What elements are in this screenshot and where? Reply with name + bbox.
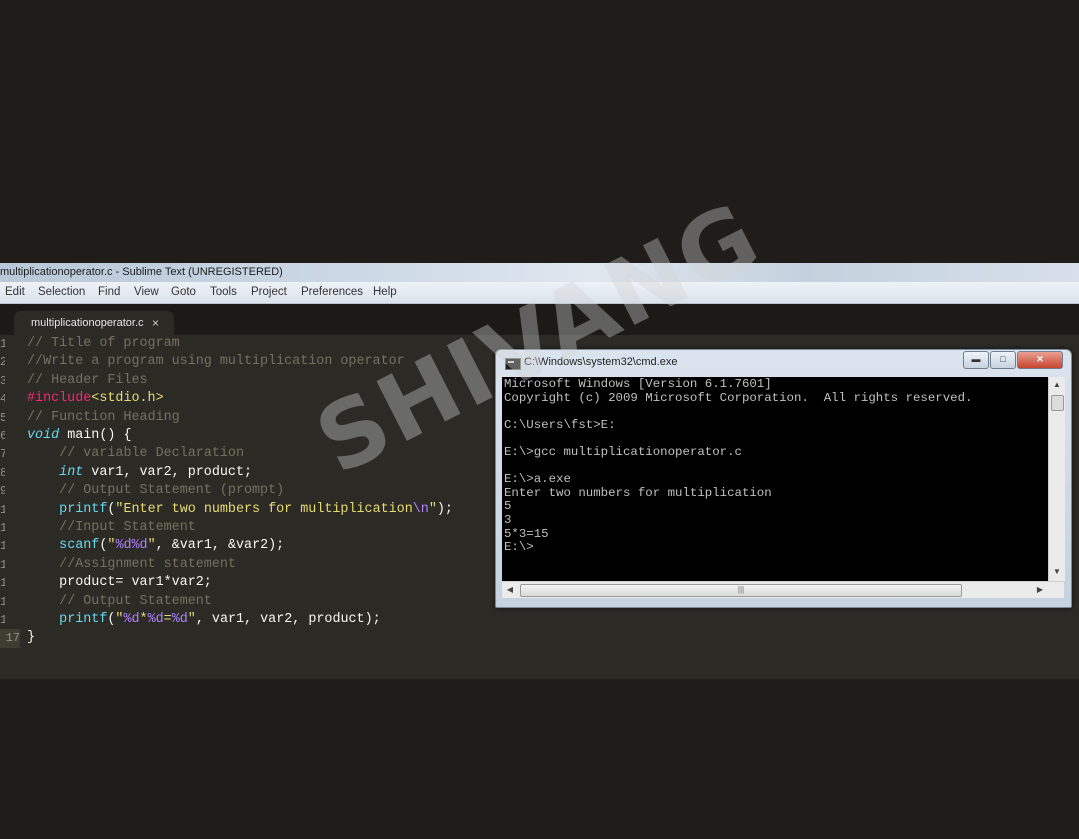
code-line: //Assignment statement — [59, 556, 236, 572]
cmd-title: C:\Windows\system32\cmd.exe — [524, 356, 678, 368]
line-number: 14 — [0, 576, 5, 591]
line-number: 7 — [0, 447, 5, 462]
line-number: 6 — [0, 429, 5, 443]
scroll-left-arrow-icon[interactable]: ◀ — [502, 582, 518, 598]
code-line: } — [27, 630, 36, 646]
horizontal-scrollbar[interactable]: ◀ ||| ▶ — [502, 581, 1064, 598]
line-number: 10 — [0, 502, 5, 517]
code-line: // Header Files — [27, 372, 148, 388]
console-icon — [505, 358, 521, 370]
line-number: 12 — [0, 539, 5, 554]
tab-multiplicationoperator[interactable]: multiplicationoperator.c × — [14, 311, 174, 335]
menu-tools[interactable]: Tools — [210, 282, 237, 303]
code-line: product= var1*var2; — [27, 575, 212, 591]
code-line: // Title of program — [27, 336, 180, 351]
line-number: 11 — [0, 521, 5, 535]
horizontal-scroll-thumb[interactable]: ||| — [520, 584, 962, 597]
scroll-up-arrow-icon[interactable]: ▲ — [1049, 380, 1065, 389]
console-line: Copyright (c) 2009 Microsoft Corporation… — [504, 390, 973, 405]
line-number: 2 — [0, 355, 5, 370]
console-line: E:\>gcc multiplicationoperator.c — [504, 445, 742, 459]
window-title: multiplicationoperator.c - Sublime Text … — [0, 266, 283, 278]
code-line: printf("Enter two numbers for multiplica… — [59, 501, 453, 517]
close-button[interactable]: ✕ — [1017, 351, 1063, 369]
menu-project[interactable]: Project — [251, 282, 287, 303]
maximize-button[interactable]: □ — [990, 351, 1016, 369]
console-line: E:\> — [504, 540, 534, 555]
scroll-right-arrow-icon[interactable]: ▶ — [1032, 582, 1048, 598]
menu-goto[interactable]: Goto — [171, 282, 196, 303]
code-line: int var1, var2, product; — [59, 464, 253, 480]
console-line: 5*3=15 — [504, 526, 549, 541]
line-number: 5 — [0, 410, 5, 425]
vertical-scrollbar[interactable]: ▲ ▼ — [1048, 377, 1065, 581]
minimize-button[interactable]: ▬ — [963, 351, 989, 369]
menu-selection[interactable]: Selection — [38, 282, 85, 303]
menu-help[interactable]: Help — [373, 282, 397, 303]
cmd-window[interactable]: C:\Windows\system32\cmd.exe ▬ □ ✕ Micros… — [495, 349, 1072, 608]
console-line: 5 — [504, 499, 512, 514]
line-number: 16 — [0, 613, 5, 627]
code-line: printf("%d*%d=%d", var1, var2, product); — [59, 612, 381, 627]
code-line: // Output Statement — [59, 593, 212, 609]
menu-bar: Edit Selection Find View Goto Tools Proj… — [0, 282, 1079, 304]
title-bar: multiplicationoperator.c - Sublime Text … — [0, 263, 1079, 282]
code-line: #include<stdio.h> — [27, 391, 164, 407]
console-line: 3 — [504, 513, 512, 527]
line-number: 1 — [0, 337, 5, 351]
code-line: void main() { — [27, 428, 132, 443]
sublime-window: multiplicationoperator.c - Sublime Text … — [0, 263, 1079, 679]
code-line: // Function Heading — [27, 409, 180, 425]
line-number: 15 — [0, 594, 5, 609]
menu-edit[interactable]: Edit — [5, 282, 25, 303]
line-number: 9 — [0, 484, 5, 499]
console-line: E:\>a.exe — [504, 472, 571, 487]
line-number: 3 — [0, 373, 5, 388]
tab-close-icon[interactable]: × — [152, 311, 159, 335]
line-gutter: 1 2 3 4 5 6 7 8 9 10 11 12 13 14 15 16 1… — [0, 335, 20, 679]
menu-find[interactable]: Find — [98, 282, 120, 303]
tab-label: multiplicationoperator.c — [31, 317, 144, 329]
scroll-down-arrow-icon[interactable]: ▼ — [1049, 567, 1065, 576]
tab-strip: multiplicationoperator.c × — [0, 304, 1079, 335]
line-number: 4 — [0, 392, 5, 407]
menu-view[interactable]: View — [134, 282, 159, 303]
code-line: scanf("%d%d", &var1, &var2); — [59, 538, 285, 554]
code-line: // Output Statement (prompt) — [59, 483, 285, 499]
line-number: 13 — [0, 557, 5, 572]
line-number: 8 — [0, 465, 5, 480]
console-line: Enter two numbers for multiplication — [504, 485, 772, 500]
vertical-scroll-thumb[interactable] — [1051, 395, 1064, 411]
console-output[interactable]: Microsoft Windows [Version 6.1.7601] Cop… — [502, 377, 1048, 581]
code-editor[interactable]: 1 2 3 4 5 6 7 8 9 10 11 12 13 14 15 16 1… — [0, 335, 495, 679]
console-line: Microsoft Windows [Version 6.1.7601] — [504, 377, 772, 391]
code-line: //Write a program using multiplication o… — [27, 354, 405, 370]
code-line: //Input Statement — [59, 520, 196, 535]
code-line: // variable Declaration — [59, 446, 244, 462]
console-line: C:\Users\fst>E: — [504, 417, 616, 432]
line-number-active: 17 — [0, 629, 20, 648]
menu-preferences[interactable]: Preferences — [301, 282, 363, 303]
